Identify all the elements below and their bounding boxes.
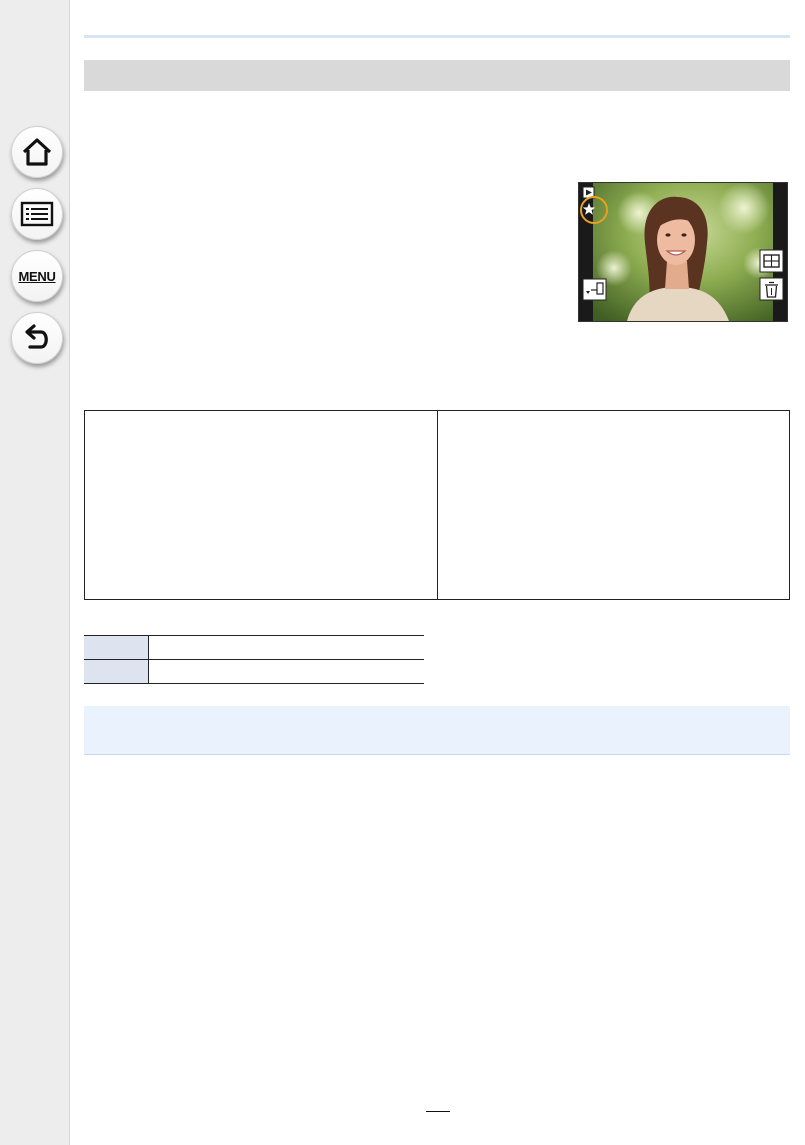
page-number (380, 1102, 490, 1122)
contents-button[interactable] (11, 188, 63, 240)
back-button[interactable] (11, 312, 63, 364)
home-icon (22, 138, 52, 166)
menu-button[interactable]: MENU (11, 250, 63, 302)
sidebar: MENU (0, 0, 70, 1145)
send-to-smartphone-icon[interactable] (582, 278, 607, 301)
table-value-cell (149, 660, 424, 683)
info-table-right-cell (436, 411, 790, 599)
table-value-cell (149, 636, 424, 659)
table-row (84, 660, 424, 684)
table-key-cell (84, 636, 149, 659)
delete-icon[interactable] (759, 277, 784, 301)
table-row (84, 636, 424, 660)
info-table-left-cell (85, 411, 437, 599)
list-icon (20, 201, 54, 227)
multi-playback-icon[interactable] (759, 249, 784, 273)
header-rule (84, 35, 790, 38)
table-key-cell (84, 660, 149, 683)
settings-table (84, 635, 424, 684)
home-button[interactable] (11, 126, 63, 178)
note-box (84, 706, 790, 755)
section-heading-bar (84, 60, 790, 91)
info-table (84, 410, 790, 600)
back-arrow-icon (25, 324, 48, 349)
menu-label: MENU (18, 268, 56, 284)
page-number-underline (426, 1111, 450, 1112)
playback-screen-image (578, 182, 788, 322)
